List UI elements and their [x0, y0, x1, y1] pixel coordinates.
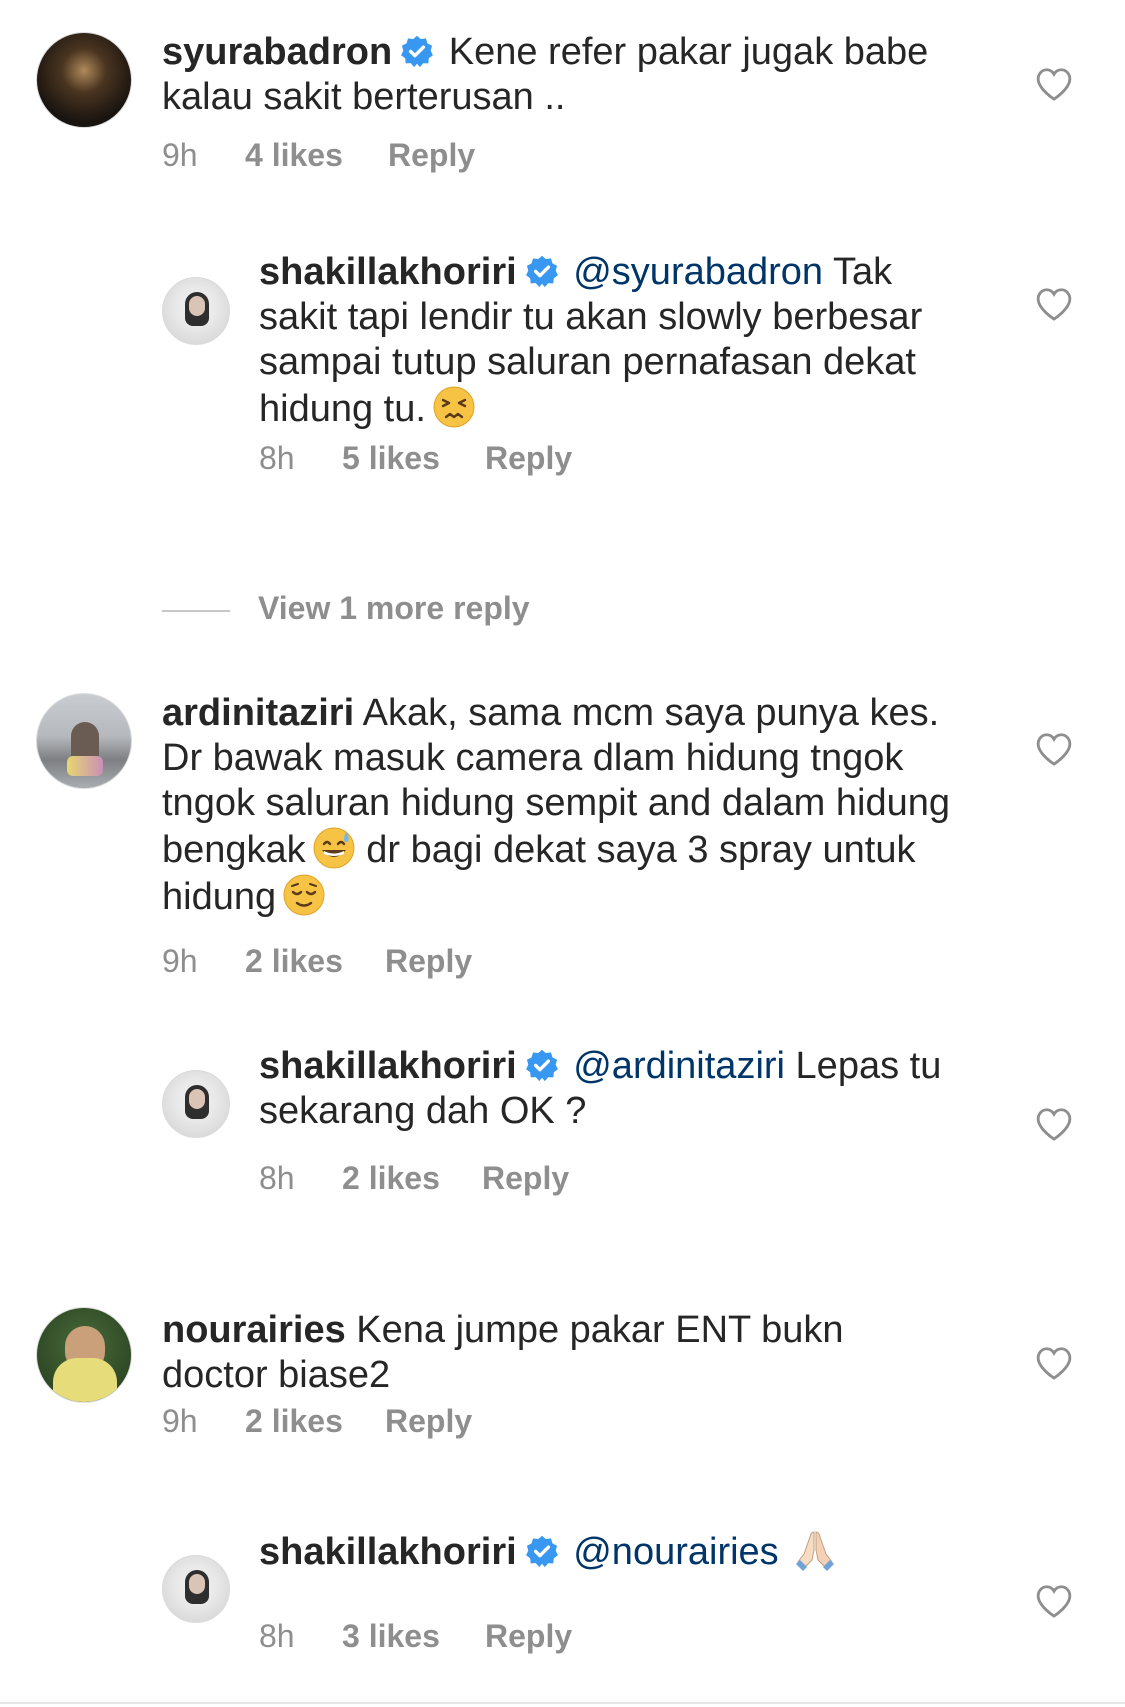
- verified-badge-icon: [401, 35, 434, 68]
- likes-count[interactable]: 4 likes: [245, 137, 388, 174]
- reply-button[interactable]: Reply: [385, 943, 472, 980]
- heart-icon[interactable]: [1035, 1345, 1073, 1381]
- username[interactable]: ardinitaziri: [162, 692, 354, 734]
- comment-meta: 8h 2 likes Reply: [259, 1160, 569, 1197]
- timestamp: 8h: [259, 1618, 295, 1654]
- comment-meta: 8h 5 likes Reply: [259, 440, 572, 477]
- reply-button[interactable]: Reply: [388, 137, 475, 174]
- comment-text: shakillakhoriri @ardinitaziri Lepas tu s…: [259, 1044, 959, 1134]
- likes-count[interactable]: 2 likes: [245, 1403, 385, 1440]
- username[interactable]: shakillakhoriri: [259, 1531, 517, 1573]
- divider: [162, 609, 230, 612]
- avatar[interactable]: [162, 1555, 230, 1623]
- comment-text: shakillakhoriri @nourairies: [259, 1528, 959, 1575]
- mention-link[interactable]: @syurabadron: [573, 251, 823, 293]
- timestamp: 9h: [162, 1403, 198, 1439]
- comment-meta: 9h 2 likes Reply: [162, 1403, 472, 1440]
- heart-icon[interactable]: [1035, 1583, 1073, 1619]
- verified-badge-icon: [525, 1535, 558, 1568]
- reply-button[interactable]: Reply: [385, 1403, 472, 1440]
- view-more-replies-button[interactable]: View 1 more reply: [162, 590, 530, 627]
- timestamp: 8h: [259, 440, 295, 476]
- comment-text: nourairies Kena jumpe pakar ENT bukn doc…: [162, 1308, 952, 1398]
- view-more-label: View 1 more reply: [258, 590, 530, 626]
- avatar[interactable]: [36, 1307, 132, 1403]
- comment-meta: 8h 3 likes Reply: [259, 1618, 572, 1655]
- reply-button[interactable]: Reply: [482, 1160, 569, 1197]
- persevering-face-icon: [433, 386, 475, 428]
- heart-icon[interactable]: [1035, 66, 1073, 102]
- avatar[interactable]: [36, 32, 132, 128]
- heart-icon[interactable]: [1035, 1106, 1073, 1142]
- reply-button[interactable]: Reply: [485, 440, 572, 477]
- divider: [0, 1702, 1125, 1704]
- avatar[interactable]: [162, 1070, 230, 1138]
- likes-count[interactable]: 2 likes: [342, 1160, 482, 1197]
- username[interactable]: shakillakhoriri: [259, 251, 517, 293]
- comment-meta: 9h 4 likes Reply: [162, 137, 475, 174]
- verified-badge-icon: [525, 255, 558, 288]
- username[interactable]: syurabadron: [162, 31, 392, 73]
- timestamp: 9h: [162, 137, 198, 173]
- avatar[interactable]: [36, 693, 132, 789]
- username[interactable]: shakillakhoriri: [259, 1045, 517, 1087]
- verified-badge-icon: [525, 1049, 558, 1082]
- mention-link[interactable]: @nourairies: [573, 1531, 778, 1573]
- reply-button[interactable]: Reply: [485, 1618, 572, 1655]
- username[interactable]: nourairies: [162, 1309, 346, 1351]
- heart-icon[interactable]: [1035, 286, 1073, 322]
- comment-text: ardinitaziri Akak, sama mcm saya punya k…: [162, 691, 952, 920]
- mention-link[interactable]: @ardinitaziri: [573, 1045, 785, 1087]
- heart-icon[interactable]: [1035, 731, 1073, 767]
- likes-count[interactable]: 2 likes: [245, 943, 385, 980]
- folded-hands-icon: [795, 1531, 834, 1571]
- grinning-sweat-face-icon: [313, 827, 355, 869]
- relieved-face-icon: [283, 874, 325, 916]
- timestamp: 9h: [162, 943, 198, 979]
- likes-count[interactable]: 3 likes: [342, 1618, 485, 1655]
- avatar[interactable]: [162, 277, 230, 345]
- comment-meta: 9h 2 likes Reply: [162, 943, 472, 980]
- likes-count[interactable]: 5 likes: [342, 440, 485, 477]
- comment-text: syurabadron Kene refer pakar jugak babe …: [162, 30, 952, 120]
- comment-text: shakillakhoriri @syurabadron Tak sakit t…: [259, 250, 959, 432]
- timestamp: 8h: [259, 1160, 295, 1196]
